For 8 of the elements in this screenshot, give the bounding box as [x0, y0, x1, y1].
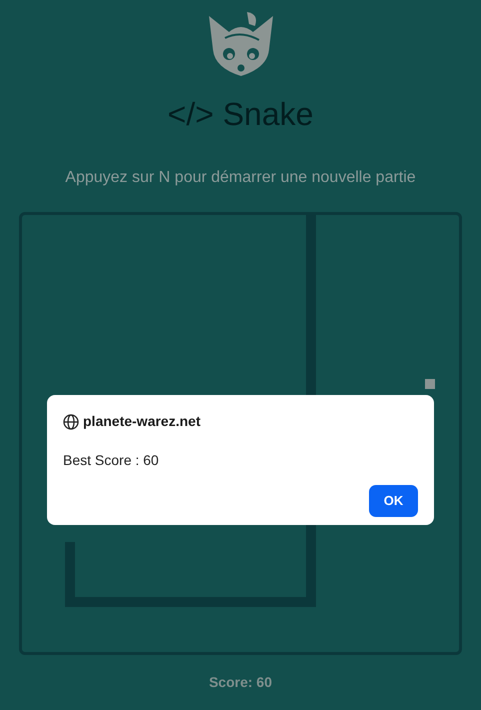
- fox-logo-icon: [206, 10, 274, 78]
- dialog-message: Best Score : 60: [63, 451, 160, 470]
- globe-icon: [63, 414, 79, 430]
- instruction-text: Appuyez sur N pour démarrer une nouvelle partie: [65, 168, 416, 188]
- site-name: planete-warez.net: [83, 412, 200, 431]
- score-text: Score: 60: [208, 673, 272, 692]
- ok-button[interactable]: OK: [369, 485, 418, 517]
- food-pellet: [425, 379, 435, 389]
